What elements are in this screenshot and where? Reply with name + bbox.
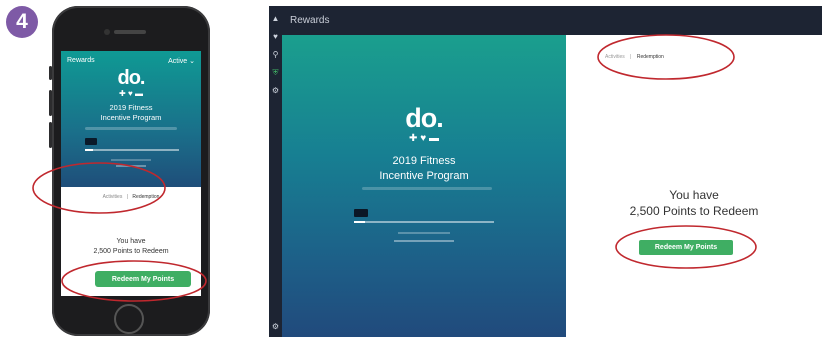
desktop-program-title-line2: Incentive Program (379, 170, 469, 182)
desktop-sidebar: ▲ ♥ ⚲ ⛨ ⚙ ⚙ (269, 6, 282, 337)
mobile-header: Rewards Active ⌄ (67, 57, 195, 65)
phone-volume-up (49, 90, 52, 116)
settings-bottom-icon[interactable]: ⚙ (271, 322, 280, 331)
desktop-brand-logo: do. (405, 103, 444, 133)
tab-separator: | (126, 194, 129, 200)
desktop-points-line2: 2,500 Points to Redeem (629, 204, 759, 218)
mobile-screen: Rewards Active ⌄ do. ✚ ♥ ▬ 2019 Fitness … (61, 51, 201, 296)
dash-icon: ▬ (428, 133, 439, 144)
desktop-points-caption (398, 232, 450, 234)
desktop-window-title: Rewards (290, 15, 330, 26)
mobile-progress-marker (85, 138, 97, 145)
mobile-program-title-line2: Incentive Program (100, 113, 162, 122)
desktop-tabs: Activities | Redemption (605, 54, 664, 60)
desktop-tab-activities[interactable]: Activities (605, 54, 625, 60)
desktop-progress-bar (354, 221, 494, 223)
desktop-view-details-link[interactable] (394, 240, 454, 242)
tab-separator: | (630, 54, 632, 60)
mobile-header-title: Rewards (67, 57, 95, 64)
desktop-points-summary: You have 2,500 Points to Redeem (566, 187, 822, 219)
step-number-badge: 4 (6, 6, 38, 38)
mobile-tab-redemption[interactable]: Redemption (132, 194, 159, 200)
mobile-program-title: 2019 Fitness Incentive Program (61, 103, 201, 123)
mobile-tabs: Activities | Redemption (61, 194, 201, 200)
shield-icon: ♥ (420, 133, 427, 144)
shield-icon[interactable]: ⛨ (271, 68, 280, 77)
phone-home-button[interactable] (114, 304, 144, 334)
mobile-program-dates (85, 127, 177, 130)
mobile-program-title-line1: 2019 Fitness (109, 103, 153, 112)
phone-mockup: Rewards Active ⌄ do. ✚ ♥ ▬ 2019 Fitness … (49, 6, 210, 336)
desktop-program-dates (362, 187, 492, 190)
phone-camera (104, 29, 110, 35)
dash-icon: ▬ (134, 89, 143, 98)
mobile-view-details-link[interactable] (116, 165, 146, 167)
chevron-down-icon: ⌄ (189, 58, 195, 65)
mobile-progress-bar (85, 149, 179, 151)
desktop-program-title: 2019 Fitness Incentive Program (282, 154, 566, 184)
search-icon[interactable]: ⚲ (271, 50, 280, 59)
phone-mute-switch (49, 66, 52, 80)
gear-icon[interactable]: ⚙ (271, 86, 280, 95)
heart-icon[interactable]: ♥ (271, 32, 280, 41)
desktop-tab-redemption[interactable]: Redemption (637, 54, 664, 60)
desktop-logo-icons: ✚ ♥ ▬ (282, 133, 566, 144)
mobile-redeem-button[interactable]: Redeem My Points (95, 271, 191, 287)
home-icon[interactable]: ▲ (271, 14, 280, 23)
cross-icon: ✚ (119, 89, 126, 98)
desktop-program-title-line1: 2019 Fitness (392, 155, 456, 167)
desktop-redeem-button[interactable]: Redeem My Points (639, 240, 733, 255)
mobile-status-label: Active (168, 58, 188, 65)
mobile-brand-logo: do. (117, 67, 146, 89)
shield-icon: ♥ (127, 89, 133, 98)
mobile-program-hero: Rewards Active ⌄ do. ✚ ♥ ▬ 2019 Fitness … (61, 51, 201, 187)
desktop-points-line1: You have (669, 188, 719, 202)
phone-volume-down (49, 122, 52, 148)
mobile-tab-activities[interactable]: Activities (103, 194, 123, 200)
desktop-title-bar: Rewards (269, 6, 822, 35)
phone-speaker (114, 30, 146, 34)
mobile-status-dropdown[interactable]: Active ⌄ (168, 57, 195, 65)
mobile-logo-icons: ✚ ♥ ▬ (61, 89, 201, 98)
desktop-window: Rewards ▲ ♥ ⚲ ⛨ ⚙ ⚙ do. ✚ ♥ ▬ 2019 Fitne… (269, 6, 822, 337)
mobile-points-caption (111, 159, 151, 161)
cross-icon: ✚ (409, 133, 418, 144)
mobile-points-summary: You have 2,500 Points to Redeem (61, 237, 201, 257)
desktop-progress-fill (354, 221, 366, 223)
mobile-points-line1: You have (116, 238, 146, 245)
mobile-points-line2: 2,500 Points to Redeem (93, 248, 169, 255)
desktop-progress-marker (354, 209, 368, 217)
mobile-progress-fill (85, 149, 93, 151)
desktop-program-hero: do. ✚ ♥ ▬ 2019 Fitness Incentive Program (282, 35, 566, 337)
